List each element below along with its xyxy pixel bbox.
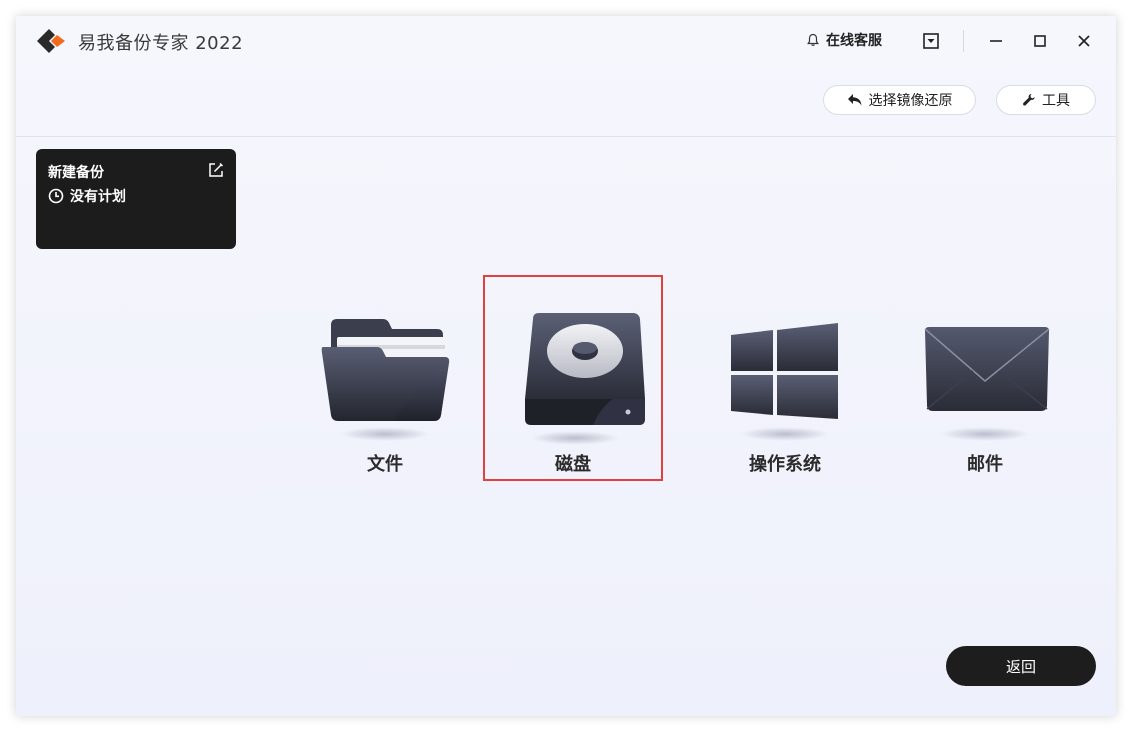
header-divider: [16, 136, 1116, 137]
option-disk-shadow: [530, 431, 620, 445]
option-file[interactable]: 文件: [295, 275, 475, 481]
new-backup-card[interactable]: 新建备份 没有计划: [36, 149, 236, 249]
schedule-label: 没有计划: [70, 189, 126, 205]
title-bar: 易我备份专家 2022 在线客服: [16, 16, 1116, 66]
option-mail-label: 邮件: [967, 454, 1003, 475]
maximize-button[interactable]: [1027, 28, 1053, 54]
online-support-label: 在线客服: [826, 33, 882, 49]
app-logo-icon: [37, 29, 65, 53]
return-button[interactable]: 返回: [946, 646, 1096, 686]
option-file-shadow: [340, 427, 430, 441]
minimize-button[interactable]: [983, 28, 1009, 54]
windows-icon: [731, 323, 838, 419]
minimize-icon: [990, 40, 1002, 42]
option-disk[interactable]: 磁盘: [483, 275, 663, 481]
bell-icon: [807, 33, 819, 46]
option-os-label: 操作系统: [749, 454, 821, 475]
option-disk-label: 磁盘: [555, 454, 591, 475]
option-mail[interactable]: 邮件: [895, 275, 1075, 481]
restore-image-button[interactable]: 选择镜像还原: [823, 85, 976, 115]
option-file-icon-wrap: [295, 275, 475, 445]
dropdown-menu-icon: [923, 33, 939, 49]
edit-icon[interactable]: [208, 162, 224, 178]
close-button[interactable]: [1071, 28, 1097, 54]
folder-icon: [321, 319, 450, 421]
new-backup-title: 新建备份: [48, 165, 104, 181]
option-os-shadow: [740, 427, 830, 441]
option-disk-icon-wrap: [483, 275, 663, 445]
option-mail-icon-wrap: [895, 275, 1075, 445]
titlebar-separator: [963, 30, 964, 52]
mail-icon: [924, 327, 1050, 411]
option-operating-system[interactable]: 操作系统: [695, 275, 875, 481]
option-mail-shadow: [940, 427, 1030, 441]
close-icon: [1078, 35, 1090, 47]
option-file-label: 文件: [367, 454, 403, 475]
schedule-status: 没有计划: [48, 186, 126, 206]
disk-icon: [525, 313, 645, 425]
online-support-button[interactable]: 在线客服: [806, 30, 882, 50]
tools-button[interactable]: 工具: [996, 85, 1096, 115]
restore-image-label: 选择镜像还原: [868, 93, 953, 109]
app-window: 易我备份专家 2022 在线客服 选择镜像还原 工具 新建备份 没有计划 文件 …: [16, 16, 1116, 716]
app-title: 易我备份专家 2022: [78, 33, 244, 54]
wrench-icon: [1023, 94, 1035, 106]
menu-dropdown-button[interactable]: [918, 28, 944, 54]
maximize-icon: [1034, 35, 1046, 47]
option-os-icon-wrap: [695, 275, 875, 445]
tools-label: 工具: [1042, 93, 1070, 109]
undo-arrow-icon: [847, 94, 861, 106]
clock-icon: [48, 188, 64, 204]
